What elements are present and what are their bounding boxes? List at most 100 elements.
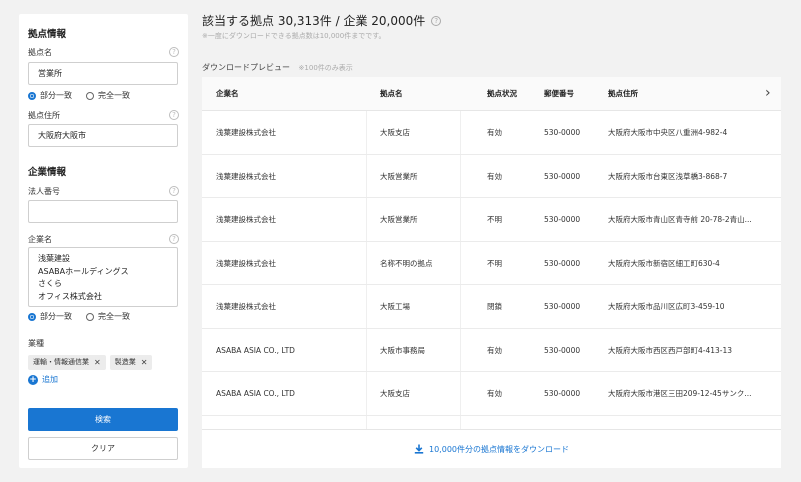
exact-match-label: 完全一致 (98, 91, 130, 100)
company-partial-match-label: 部分一致 (40, 312, 72, 321)
clear-button[interactable]: クリア (28, 437, 178, 460)
table-row: 浅葉建設株式会社 大阪営業所 有効 530-0000 大阪府大阪市台東区浅草橋3… (202, 155, 781, 198)
cell-postal: 530-0000 (544, 171, 581, 181)
cell-company: 浅葉建設株式会社 (216, 302, 276, 311)
cell-address: 大阪府大阪市中央区八重洲4-982-4 (608, 128, 728, 137)
location-address-label: 拠点住所 (28, 111, 60, 120)
company-partial-match-radio[interactable] (28, 312, 36, 321)
cell-postal: 530-0000 (544, 345, 581, 355)
cell-address: 大阪府大阪市青山区青寺前 20-78-2青山... (608, 215, 752, 224)
location-address-input[interactable]: 大阪府大阪市 (28, 124, 178, 147)
company-exact-match-label: 完全一致 (98, 312, 130, 321)
search-button[interactable]: 検索 (28, 408, 178, 431)
cell-company: 浅葉建設株式会社 (216, 258, 276, 268)
result-count-text: 該当する拠点 30,313件 / 企業 20,000件 (202, 14, 426, 28)
company-name-help-icon[interactable]: ? (169, 234, 179, 244)
cell-location: 大阪営業所 (380, 215, 418, 224)
download-limit-note: ※一度にダウンロードできる拠点数は10,000件までです。 (202, 32, 386, 40)
download-preview-heading: ダウンロードプレビュー ※100件のみ表示 (202, 62, 353, 73)
company-name-match-radio: 部分一致 完全一致 (28, 311, 144, 322)
location-name-input[interactable]: 営業所 (28, 62, 178, 85)
cell-location: 大阪工場 (380, 302, 410, 311)
cell-status: 有効 (487, 345, 502, 355)
company-section-title: 企業情報 (28, 167, 67, 178)
corporate-number-input[interactable] (28, 200, 178, 223)
company-name-line: オフィス株式会社 (38, 291, 102, 301)
column-header-location: 拠点名 (380, 89, 403, 98)
company-name-line: 浅葉建設 (38, 254, 70, 263)
table-row: 浅葉建設株式会社 大阪営業所 不明 530-0000 大阪府大阪市青山区青寺前 … (202, 198, 781, 242)
cell-postal: 530-0000 (544, 302, 581, 311)
table-row: 浅葉建設株式会社 大阪工場 閉鎖 530-0000 大阪府大阪市品川区広町3-4… (202, 285, 781, 329)
table-header: 企業名 拠点名 拠点状況 郵便番号 拠点住所 › (202, 77, 781, 111)
company-name-label: 企業名 (28, 235, 52, 244)
cell-postal: 530-0000 (544, 215, 581, 224)
company-name-line: ASABAホールディングス (38, 266, 129, 276)
table-row: 浅葉建設株式会社 大阪支店 有効 530-0000 大阪府大阪市中央区八重洲4-… (202, 111, 781, 155)
download-button[interactable]: 10,000件分の拠点情報をダウンロード (202, 429, 781, 468)
company-name-textarea[interactable]: 浅葉建設 ASABAホールディングス さくら オフィス株式会社 (28, 247, 178, 307)
cell-location: 大阪支店 (380, 128, 410, 137)
industry-tag: 運輸・情報通信業 ✕ (28, 355, 106, 370)
column-header-status: 拠点状況 (487, 89, 517, 98)
table-row: 浅葉建設株式会社 名称不明の拠点 不明 530-0000 大阪府大阪市新宿区細工… (202, 242, 781, 285)
search-sidebar: 拠点情報 拠点名 ? 営業所 部分一致 完全一致 拠点住所 ? 大阪府大阪市 企… (19, 14, 188, 468)
cell-address: 大阪府大阪市品川区広町3-459-10 (608, 302, 725, 311)
table-body: 浅葉建設株式会社 大阪支店 有効 530-0000 大阪府大阪市中央区八重洲4-… (202, 111, 781, 416)
preview-table: 企業名 拠点名 拠点状況 郵便番号 拠点住所 › 浅葉建設株式会社 大阪支店 有… (202, 77, 781, 468)
cell-company: 浅葉建設株式会社 (216, 171, 276, 181)
industry-tag: 製造業 ✕ (109, 355, 153, 370)
cell-status: 不明 (487, 258, 502, 268)
result-help-icon[interactable]: ? (431, 15, 442, 26)
cell-company: 浅葉建設株式会社 (216, 128, 276, 137)
result-count-title: 該当する拠点 30,313件 / 企業 20,000件 ? (202, 12, 442, 29)
cell-status: 有効 (487, 389, 502, 398)
plus-circle-icon: + (28, 374, 38, 385)
add-industry-label: 追加 (42, 375, 58, 384)
remove-tag-icon[interactable]: ✕ (94, 355, 101, 370)
download-preview-label: ダウンロードプレビュー (202, 63, 290, 72)
download-label: 10,000件分の拠点情報をダウンロード (429, 444, 569, 454)
cell-address: 大阪府大阪市西区西戸部町4-413-13 (608, 345, 733, 355)
cell-address: 大阪府大阪市港区三田209-12-45サンク... (608, 389, 752, 398)
remove-tag-icon[interactable]: ✕ (141, 355, 148, 370)
column-header-postal: 郵便番号 (544, 89, 574, 98)
industry-tags: 運輸・情報通信業 ✕ 製造業 ✕ (28, 355, 153, 370)
cell-address: 大阪府大阪市新宿区細工町630-4 (608, 258, 720, 268)
cell-location: 大阪支店 (380, 389, 410, 398)
cell-status: 閉鎖 (487, 302, 502, 311)
corporate-number-help-icon[interactable]: ? (169, 186, 179, 196)
table-row: ASABA ASIA CO., LTD 大阪支店 有効 530-0000 大阪府… (202, 372, 781, 416)
location-name-help-icon[interactable]: ? (169, 47, 179, 57)
cell-address: 大阪府大阪市台東区浅草橋3-868-7 (608, 171, 728, 181)
company-name-line: さくら (38, 279, 62, 288)
cell-company: ASABA ASIA CO., LTD (216, 345, 295, 355)
cell-status: 有効 (487, 171, 502, 181)
column-header-address: 拠点住所 (608, 89, 638, 98)
location-name-match-radio: 部分一致 完全一致 (28, 90, 144, 101)
cell-company: 浅葉建設株式会社 (216, 215, 276, 224)
download-icon (414, 444, 424, 454)
cell-postal: 530-0000 (544, 389, 581, 398)
location-section-title: 拠点情報 (28, 29, 67, 40)
table-row: ASABA ASIA CO., LTD 大阪市事務局 有効 530-0000 大… (202, 329, 781, 372)
industry-label: 業種 (28, 339, 44, 348)
cell-status: 有効 (487, 128, 502, 137)
cell-company: ASABA ASIA CO., LTD (216, 389, 295, 398)
preview-limit-note: ※100件のみ表示 (298, 64, 353, 72)
add-industry-button[interactable]: + 追加 (28, 374, 58, 385)
industry-tag-label: 運輸・情報通信業 (33, 358, 89, 366)
chevron-right-icon[interactable]: › (765, 85, 771, 101)
company-exact-match-radio[interactable] (86, 312, 94, 321)
partial-match-radio[interactable] (28, 91, 36, 100)
exact-match-radio[interactable] (86, 91, 94, 100)
location-name-label: 拠点名 (28, 48, 52, 57)
cell-postal: 530-0000 (544, 128, 581, 137)
corporate-number-label: 法人番号 (28, 187, 60, 196)
location-address-help-icon[interactable]: ? (169, 110, 179, 120)
industry-tag-label: 製造業 (114, 358, 136, 366)
cell-postal: 530-0000 (544, 258, 581, 268)
cell-location: 大阪営業所 (380, 171, 418, 181)
cell-location: 名称不明の拠点 (380, 258, 433, 268)
column-header-company: 企業名 (216, 89, 239, 98)
